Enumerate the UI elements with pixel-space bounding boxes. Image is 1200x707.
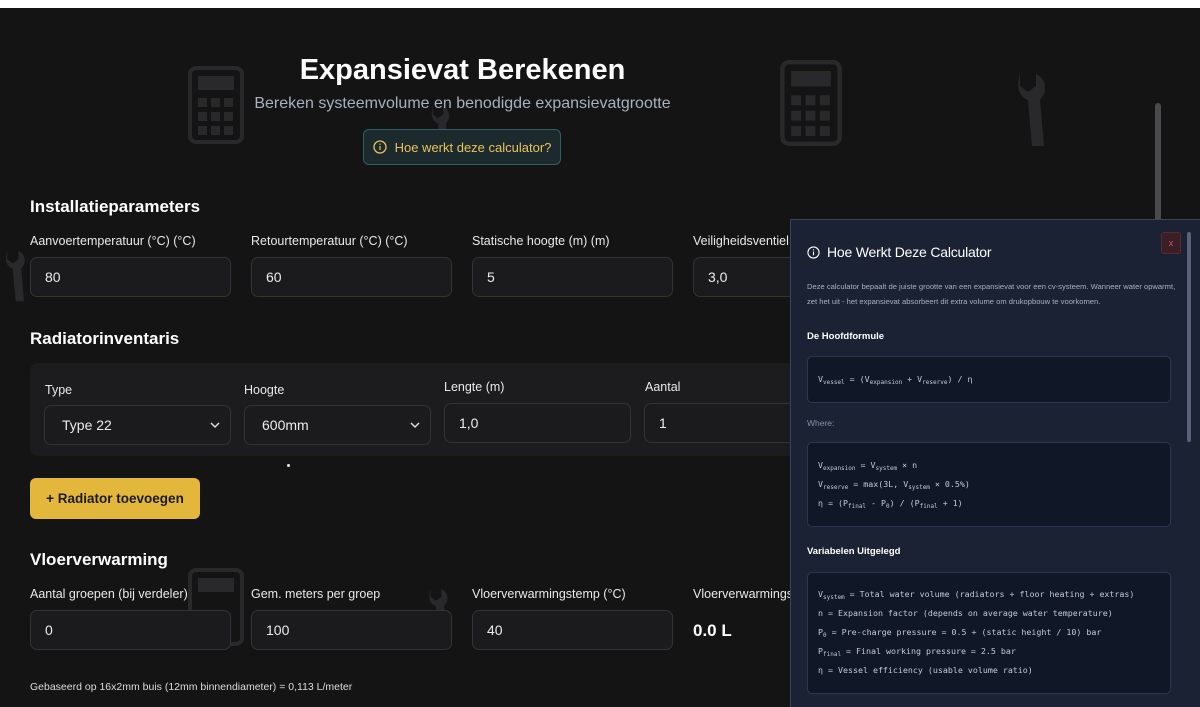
radiator-height-label: Hoogte <box>244 383 285 397</box>
page-title: Expansievat Berekenen <box>299 54 626 86</box>
modal-intro: Deze calculator bepaalt de juiste groott… <box>807 282 1176 306</box>
supply-temp-label: Aanvoertemperatuur (°C) (°C) <box>30 234 196 248</box>
definition-line: Vexpansion = Vsystem × n <box>818 460 918 472</box>
modal-header: Hoe Werkt Deze Calculator <box>807 244 992 260</box>
help-button-label: Hoe werkt deze calculator? <box>394 139 552 155</box>
variables-heading: Variabelen Uitgelegd <box>807 546 901 557</box>
page-scrollbar[interactable] <box>1155 103 1161 233</box>
radiator-type-label: Type <box>45 383 73 397</box>
section-title-floor: Vloerverwarming <box>30 550 168 569</box>
radiator-count-label: Aantal <box>645 380 681 394</box>
radiator-count-input[interactable]: 1 <box>644 403 804 443</box>
radiator-type-select[interactable]: Type 22 <box>44 405 231 445</box>
floor-groups-label: Aantal groepen (bij verdeler) <box>30 587 188 601</box>
variable-line: P0 = Pre-charge pressure = 0.5 + (static… <box>818 627 1102 639</box>
help-button[interactable]: Hoe werkt deze calculator? <box>363 129 561 165</box>
info-icon <box>807 245 820 259</box>
floor-volume-label: Vloerverwarmings <box>693 587 794 601</box>
modal-scrollbar[interactable] <box>1187 232 1191 442</box>
modal-title: Hoe Werkt Deze Calculator <box>827 244 992 260</box>
chevron-down-icon <box>210 422 220 429</box>
help-modal: Hoe Werkt Deze Calculator x Deze calcula… <box>790 219 1200 707</box>
wrench-icon <box>5 250 25 302</box>
radiator-type-value: Type 22 <box>62 417 112 433</box>
static-height-label: Statische hoogte (m) (m) <box>472 234 610 248</box>
variable-line: Vsystem = Total water volume (radiators … <box>818 589 1135 601</box>
add-radiator-button[interactable]: + Radiator toevoegen <box>30 478 200 519</box>
radiator-height-select[interactable]: 600mm <box>244 405 431 445</box>
close-icon: x <box>1168 238 1174 248</box>
page-subtitle: Bereken systeemvolume en benodigde expan… <box>254 95 671 112</box>
variable-line: Pfinal = Final working pressure = 2.5 ba… <box>818 646 1016 658</box>
floor-meters-label: Gem. meters per groep <box>251 587 381 601</box>
cursor-dot <box>287 464 290 467</box>
radiator-length-label: Lengte (m) <box>444 380 505 394</box>
definition-line: Vreserve = max(3L, Vsystem × 0.5%) <box>818 479 970 491</box>
floor-temp-label: Vloerverwarmingstemp (°C) <box>472 587 626 601</box>
section-title-radiators: Radiatorinventaris <box>30 329 180 348</box>
static-height-input[interactable]: 5 <box>472 257 673 297</box>
chevron-down-icon <box>410 422 420 429</box>
wrench-icon <box>1018 74 1045 146</box>
info-icon <box>372 140 387 154</box>
formula-heading: De Hoofdformule <box>807 331 885 342</box>
safety-valve-label: Veiligheidsventiel ( <box>693 234 797 248</box>
return-temp-input[interactable]: 60 <box>251 257 452 297</box>
variables-box: Vsystem = Total water volume (radiators … <box>807 572 1171 694</box>
floor-temp-input[interactable]: 40 <box>472 610 673 650</box>
definitions-box: Vexpansion = Vsystem × n Vreserve = max(… <box>807 442 1171 527</box>
radiator-length-input[interactable]: 1,0 <box>444 403 631 443</box>
safety-valve-input[interactable]: 3,0 <box>693 257 803 297</box>
supply-temp-input[interactable]: 80 <box>30 257 231 297</box>
floor-footnote: Gebaseerd op 16x2mm buis (12mm binnendia… <box>30 681 353 693</box>
formula-box: Vvessel = (Vexpansion + Vreserve) / η <box>807 356 1171 403</box>
formula-line: Vvessel = (Vexpansion + Vreserve) / η <box>818 374 973 386</box>
variable-line: n = Expansion factor (depends on average… <box>818 608 1113 618</box>
section-title-installation: Installatieparameters <box>30 197 201 216</box>
close-button[interactable]: x <box>1161 232 1181 254</box>
variable-line: η = Vessel efficiency (usable volume rat… <box>818 665 1033 675</box>
return-temp-label: Retourtemperatuur (°C) (°C) <box>251 234 408 248</box>
floor-groups-input[interactable]: 0 <box>30 610 231 650</box>
floor-volume-value: 0.0 L <box>693 621 732 640</box>
where-label: Where: <box>807 418 835 428</box>
radiator-height-value: 600mm <box>262 417 309 433</box>
floor-meters-input[interactable]: 100 <box>251 610 452 650</box>
definition-line: η = (Pfinal - P0) / (Pfinal + 1) <box>818 498 963 510</box>
